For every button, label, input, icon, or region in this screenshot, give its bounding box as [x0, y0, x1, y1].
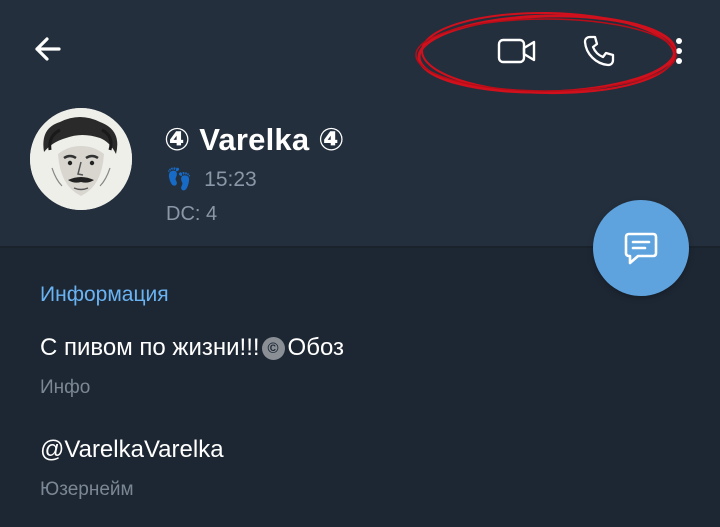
phone-icon: [583, 35, 615, 67]
footprints-emoji: 👣: [166, 168, 193, 191]
voice-call-button[interactable]: [572, 28, 626, 74]
info-section-title: Информация: [40, 283, 169, 306]
arrow-left-icon: [35, 37, 61, 61]
avatar-portrait: [30, 108, 132, 210]
data-center-label: DC: 4: [166, 203, 218, 225]
username-value[interactable]: @VarelkaVarelka: [40, 436, 224, 464]
send-message-button[interactable]: [593, 200, 689, 296]
video-call-button[interactable]: [490, 28, 544, 74]
username-label: Юзернейм: [40, 479, 134, 500]
video-camera-icon: [497, 38, 536, 64]
bio-label: Инфо: [40, 377, 91, 398]
bio-text-main: С пивом по жизни!!!: [40, 334, 260, 361]
more-vertical-icon: [676, 38, 682, 64]
back-button[interactable]: [22, 26, 72, 72]
profile-avatar[interactable]: [30, 108, 132, 210]
last-seen-time: 15:23: [204, 168, 257, 191]
bio-text-end: Обоз: [287, 334, 345, 361]
bio-text[interactable]: С пивом по жизни!!! © Обоз: [40, 334, 344, 362]
profile-name: ④ Varelka ④: [164, 122, 345, 157]
more-options-button[interactable]: [664, 28, 694, 74]
copyright-icon: ©: [261, 336, 285, 360]
profile-status: 👣 15:23: [166, 168, 257, 192]
message-icon: [624, 232, 658, 265]
